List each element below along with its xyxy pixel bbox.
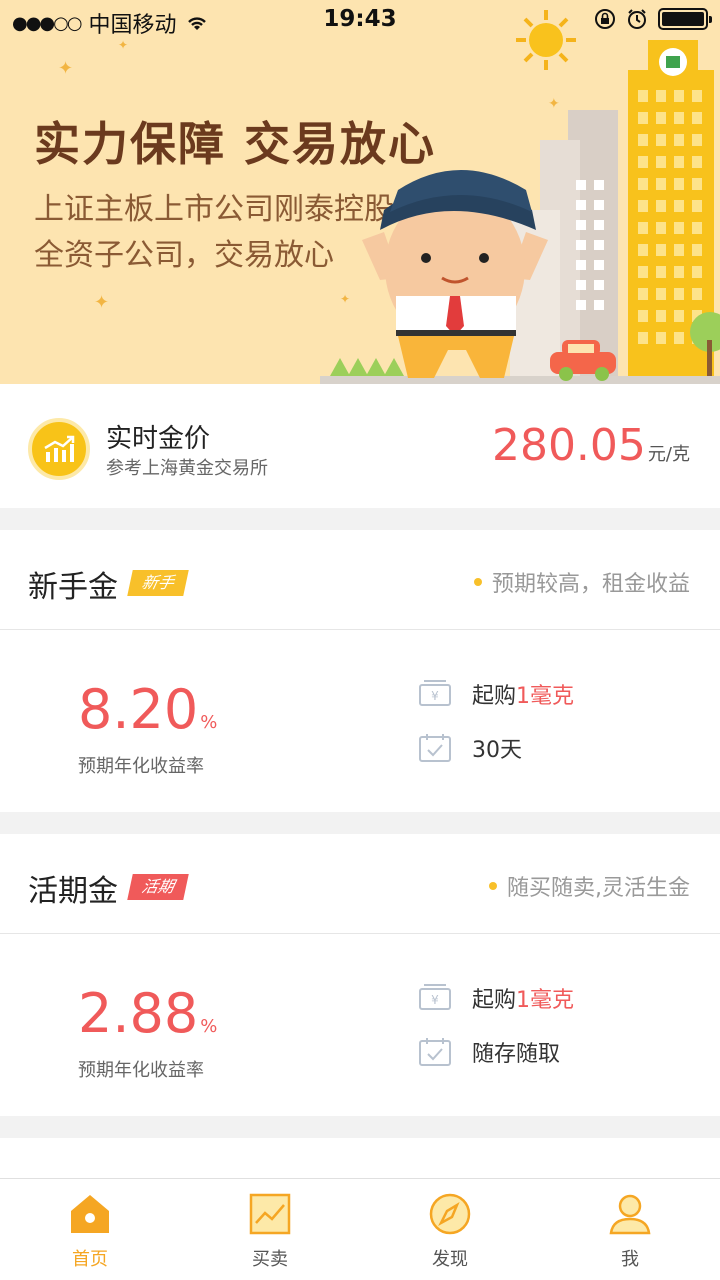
bottom-tab-bar: 首页 买卖 发现 我	[0, 1178, 720, 1280]
money-icon: ¥	[419, 984, 451, 1010]
product-name: 活期金	[28, 874, 118, 909]
sparkle-icon: ✦	[58, 58, 74, 79]
money-icon: ¥	[419, 680, 451, 706]
calendar-check-icon	[419, 1038, 451, 1066]
tab-label: 我	[621, 1249, 639, 1270]
product-card-newbie-gold[interactable]: 新手金 新手 预期较高，租金收益 8.20 % 预期年化收益率 ¥ 起购1毫克	[0, 530, 720, 812]
home-icon	[71, 1195, 109, 1233]
expected-rate: 2.88 %	[78, 982, 217, 1045]
gold-price-value-group: 280.05 元/克	[492, 420, 690, 471]
orientation-lock-icon	[595, 9, 615, 29]
user-icon	[609, 1194, 651, 1235]
compass-icon	[429, 1193, 471, 1235]
term-feature: 随存随取	[418, 1036, 560, 1068]
tab-discover[interactable]: 发现	[360, 1179, 540, 1280]
product-card-flexible-gold[interactable]: 活期金 活期 随买随卖,灵活生金 2.88 % 预期年化收益率 ¥ 起购1毫克	[0, 834, 720, 1116]
gold-price-unit: 元/克	[647, 444, 690, 465]
svg-text:¥: ¥	[431, 993, 439, 1007]
banner-subtitle: 全资子公司，交易放心	[34, 238, 334, 273]
min-purchase-prefix: 起购	[472, 988, 517, 1013]
rate-value: 8.20	[78, 678, 199, 741]
app-page: ●●●○○ 中国移动 19:43 ✦ ✦ ✦ ✦ ✦ 实力保障 交易放心 上证主…	[0, 0, 720, 1280]
min-purchase-value: 1毫克	[516, 684, 575, 709]
gold-price-title: 实时金价	[106, 424, 211, 454]
rate-unit: %	[200, 712, 218, 733]
product-description: 预期较高，租金收益	[473, 566, 690, 598]
product-description-text: 随买随卖,灵活生金	[507, 876, 690, 901]
card-header: 活期金 活期 随买随卖,灵活生金	[0, 834, 720, 934]
tab-label: 首页	[72, 1249, 108, 1270]
min-purchase-feature: ¥ 起购1毫克	[418, 678, 574, 710]
gold-price-source: 参考上海黄金交易所	[106, 458, 268, 479]
bullet-dot-icon	[473, 578, 482, 586]
tab-trade[interactable]: 买卖	[180, 1179, 360, 1280]
product-description-text: 预期较高，租金收益	[491, 572, 690, 597]
rate-label: 预期年化收益率	[78, 756, 204, 777]
card-header: 新手金 新手 预期较高，租金收益	[0, 530, 720, 630]
gold-price-value: 280.05	[491, 420, 646, 471]
tab-label: 发现	[432, 1249, 468, 1270]
term-value: 随存随取	[472, 1042, 561, 1067]
calendar-check-icon	[419, 734, 451, 762]
trade-chart-icon	[249, 1193, 291, 1235]
svg-text:¥: ¥	[431, 689, 439, 703]
min-purchase-prefix: 起购	[472, 684, 517, 709]
battery-icon	[658, 8, 712, 30]
mascot-city-illustration	[320, 40, 720, 384]
product-tag: 活期	[127, 874, 189, 900]
sparkle-icon: ✦	[94, 292, 110, 313]
rate-value: 2.88	[78, 982, 199, 1045]
product-name: 新手金	[28, 570, 118, 605]
min-purchase-value: 1毫克	[516, 988, 575, 1013]
tab-label: 买卖	[252, 1249, 288, 1270]
product-tag: 新手	[127, 570, 189, 596]
tab-home[interactable]: 首页	[0, 1179, 180, 1280]
promo-banner[interactable]: ●●●○○ 中国移动 19:43 ✦ ✦ ✦ ✦ ✦ 实力保障 交易放心 上证主…	[0, 0, 720, 384]
status-bar: ●●●○○ 中国移动 19:43	[0, 0, 720, 40]
product-description: 随买随卖,灵活生金	[489, 870, 690, 902]
bullet-dot-icon	[489, 882, 497, 890]
expected-rate: 8.20 %	[78, 678, 217, 741]
tab-me[interactable]: 我	[540, 1179, 720, 1280]
term-feature: 30天	[418, 732, 522, 764]
min-purchase-feature: ¥ 起购1毫克	[418, 982, 574, 1014]
sparkle-icon: ✦	[118, 38, 129, 52]
term-value: 30天	[472, 738, 522, 763]
alarm-icon	[628, 9, 646, 29]
gold-trend-icon	[28, 418, 90, 480]
rate-unit: %	[200, 1016, 218, 1037]
rate-label: 预期年化收益率	[78, 1060, 204, 1081]
